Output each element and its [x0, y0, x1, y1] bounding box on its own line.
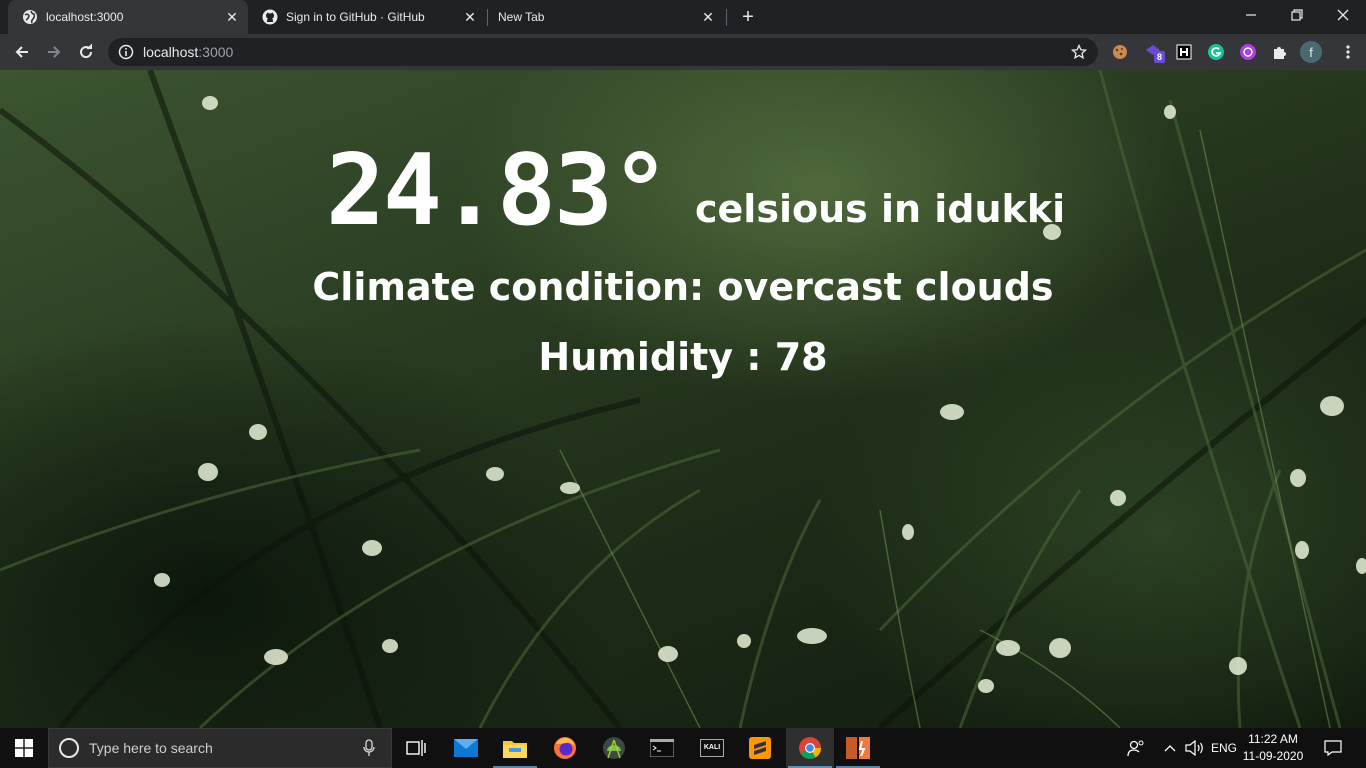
weather-card: 24.83° celsious in idukki Climate condit… — [0, 70, 1366, 728]
tab-title: New Tab — [498, 10, 545, 24]
extension-badge-icon[interactable]: 8 — [1144, 42, 1166, 63]
github-icon — [262, 9, 278, 25]
git-client-icon[interactable] — [834, 728, 882, 768]
close-window-button[interactable] — [1320, 0, 1366, 30]
clock-time: 11:22 AM — [1248, 732, 1298, 746]
back-button[interactable] — [8, 38, 36, 66]
url-port: :3000 — [198, 44, 234, 60]
page-viewport: 24.83° celsious in idukki Climate condit… — [0, 70, 1366, 728]
url-text: localhost:3000 — [143, 44, 233, 60]
android-studio-icon[interactable] — [590, 728, 638, 768]
task-view-icon[interactable] — [392, 728, 440, 768]
forward-button[interactable] — [40, 38, 68, 66]
humidity-separator: : — [733, 335, 775, 379]
humidity-label: Humidity — [538, 335, 734, 379]
browser-toolbar: localhost:3000 8 f — [0, 34, 1366, 70]
language-indicator[interactable]: ENG — [1210, 728, 1238, 768]
volume-icon[interactable] — [1183, 728, 1207, 768]
start-button[interactable] — [0, 728, 48, 768]
unit-and-city: celsious in idukki — [695, 187, 1066, 231]
arrow-right-icon — [48, 46, 61, 58]
honey-icon[interactable] — [1174, 42, 1194, 62]
address-bar[interactable]: localhost:3000 — [108, 38, 1098, 66]
windows-taskbar: Type here to search KALI ENG 11:22 AM 11… — [0, 728, 1366, 768]
cookie-icon[interactable] — [1110, 42, 1130, 62]
cortana-icon — [59, 738, 79, 758]
humidity-value: 78 — [774, 335, 828, 379]
puzzle-icon[interactable] — [1270, 42, 1290, 62]
sublime-text-icon[interactable] — [736, 728, 784, 768]
kebab-menu-icon[interactable] — [1338, 42, 1358, 62]
tab-strip: localhost:3000 ✕ Sign in to GitHub · Git… — [0, 0, 1366, 34]
tab-github[interactable]: Sign in to GitHub · GitHub ✕ — [248, 0, 486, 34]
terminal-icon[interactable] — [638, 728, 686, 768]
minimize-button[interactable] — [1228, 0, 1274, 30]
temperature-value: 24.83° — [326, 134, 670, 248]
globe-icon — [22, 9, 38, 25]
info-icon[interactable] — [118, 44, 134, 60]
file-explorer-icon[interactable] — [491, 728, 539, 768]
close-tab-icon[interactable]: ✕ — [462, 9, 478, 25]
kali-label: KALI — [700, 739, 724, 757]
chevron-up-icon[interactable] — [1160, 728, 1180, 768]
tab-title: localhost:3000 — [46, 10, 124, 24]
color-picker-icon[interactable] — [1238, 42, 1258, 62]
humidity-line: Humidity : 78 — [0, 338, 1366, 376]
reload-button[interactable] — [72, 38, 100, 66]
grammarly-icon[interactable] — [1206, 42, 1226, 62]
firefox-icon[interactable] — [541, 728, 589, 768]
taskbar-search-box[interactable]: Type here to search — [48, 728, 392, 768]
tab-title: Sign in to GitHub · GitHub — [286, 10, 425, 24]
url-host: localhost — [143, 44, 199, 60]
extension-badge-count: 8 — [1154, 51, 1166, 63]
close-tab-icon[interactable]: ✕ — [224, 9, 240, 25]
star-icon[interactable] — [1070, 43, 1088, 61]
search-placeholder: Type here to search — [89, 740, 213, 756]
arrow-left-icon — [15, 46, 28, 58]
chrome-icon[interactable] — [786, 728, 834, 768]
close-icon — [1337, 9, 1349, 21]
profile-avatar[interactable]: f — [1300, 41, 1322, 63]
climate-condition: Climate condition: overcast clouds — [312, 265, 1054, 309]
microphone-icon[interactable] — [359, 738, 379, 758]
notification-icon[interactable] — [1318, 728, 1348, 768]
tab-localhost[interactable]: localhost:3000 ✕ — [8, 0, 248, 34]
close-tab-icon[interactable]: ✕ — [700, 9, 716, 25]
people-icon[interactable] — [1124, 728, 1148, 768]
taskbar-clock[interactable]: 11:22 AM 11-09-2020 — [1242, 731, 1304, 765]
restore-button[interactable] — [1274, 0, 1320, 30]
tab-divider — [726, 9, 727, 26]
reload-icon — [80, 44, 93, 59]
windows-logo-icon — [15, 739, 33, 757]
clock-date: 11-09-2020 — [1242, 749, 1304, 763]
restore-icon — [1291, 9, 1303, 21]
tab-new-tab[interactable]: New Tab ✕ — [486, 0, 724, 34]
new-tab-button[interactable]: + — [736, 5, 760, 29]
mail-icon[interactable] — [442, 728, 490, 768]
minimize-icon — [1246, 14, 1256, 16]
profile-initial: f — [1309, 44, 1313, 60]
kali-icon[interactable]: KALI — [688, 728, 736, 768]
